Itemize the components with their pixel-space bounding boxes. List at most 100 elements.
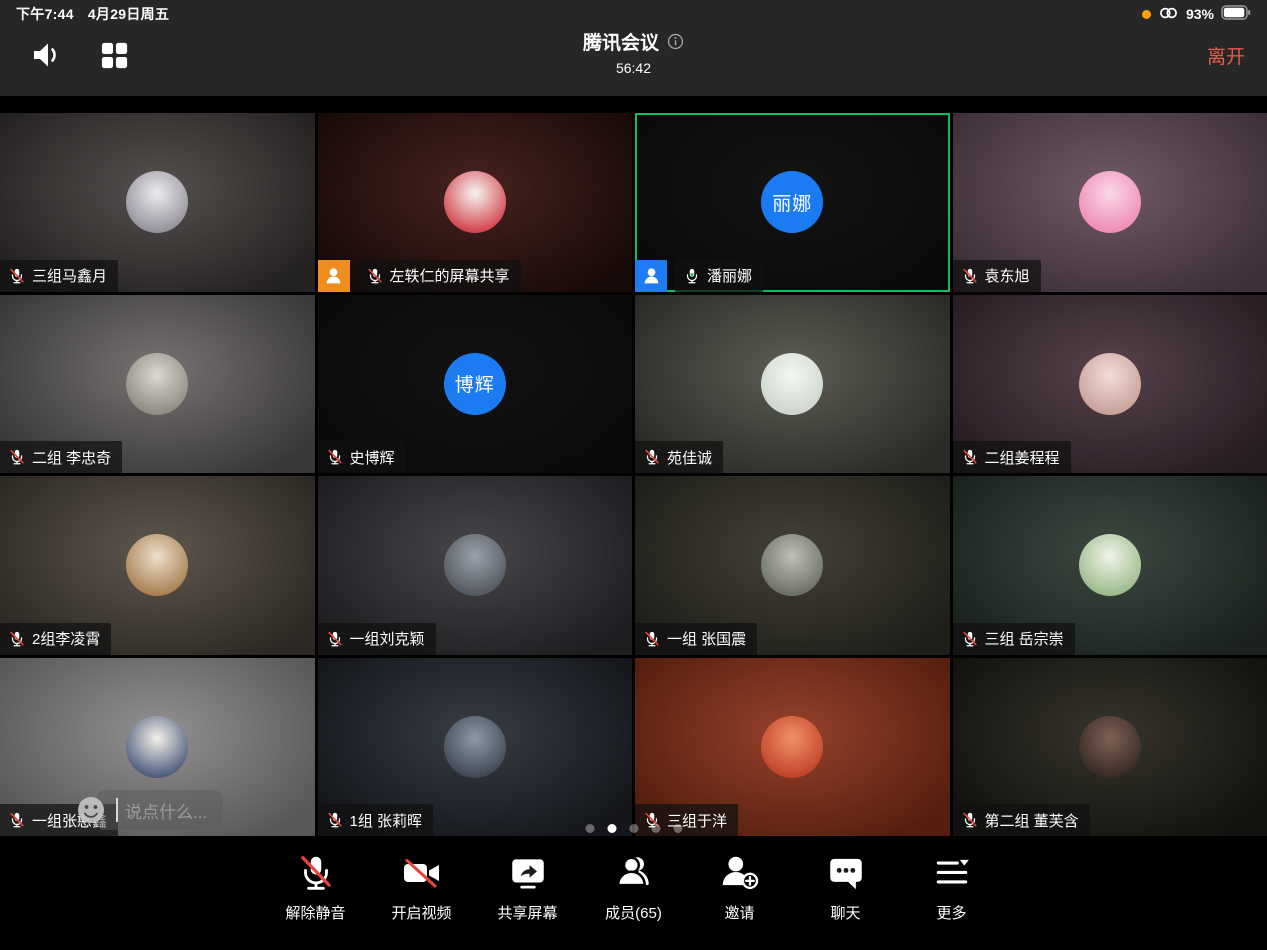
camera-off-icon bbox=[401, 852, 443, 894]
chat-input[interactable]: 说点什么... bbox=[96, 790, 223, 830]
participant-name: 史博辉 bbox=[350, 447, 395, 468]
page-dot[interactable] bbox=[629, 824, 638, 833]
participant-tile[interactable]: 一组刘克颖 bbox=[318, 476, 633, 655]
mic-muted-icon bbox=[295, 852, 337, 894]
name-label: 二组 李忠奇 bbox=[0, 441, 122, 473]
mic-muted-icon bbox=[326, 811, 344, 829]
participant-tile[interactable]: 苑佳诚 bbox=[635, 295, 950, 474]
participant-tile[interactable]: 左轶仁的屏幕共享 bbox=[318, 113, 633, 292]
pagination-dots bbox=[585, 824, 682, 833]
name-label: 潘丽娜 bbox=[675, 260, 763, 292]
info-icon[interactable] bbox=[667, 33, 684, 50]
participant-name: 左轶仁的屏幕共享 bbox=[390, 265, 510, 286]
avatar bbox=[761, 353, 823, 415]
participant-tile[interactable]: 三组 岳宗崇 bbox=[953, 476, 1267, 655]
page-dot[interactable] bbox=[673, 824, 682, 833]
participant-name: 三组马鑫月 bbox=[32, 265, 107, 286]
unmute-button[interactable]: 解除静音 bbox=[276, 852, 356, 950]
role-badge bbox=[635, 260, 667, 292]
avatar: 博辉 bbox=[444, 353, 506, 415]
participant-tile[interactable]: 2组李凌霄 bbox=[0, 476, 315, 655]
avatar bbox=[126, 716, 188, 778]
share-screen-button[interactable]: 共享屏幕 bbox=[488, 852, 568, 950]
more-lines-icon bbox=[931, 852, 973, 894]
page-dot[interactable] bbox=[607, 824, 616, 833]
page-dot[interactable] bbox=[585, 824, 594, 833]
avatar bbox=[761, 534, 823, 596]
chat-bubble-icon bbox=[825, 852, 867, 894]
participant-name: 二组 李忠奇 bbox=[32, 447, 111, 468]
mic-muted-icon bbox=[326, 448, 344, 466]
bottom-toolbar: 解除静音 开启视频 共享屏幕 bbox=[0, 836, 1267, 950]
participant-tile[interactable]: 三组马鑫月 bbox=[0, 113, 315, 292]
mic-muted-icon bbox=[961, 267, 979, 285]
participant-tile[interactable]: 博辉 bbox=[318, 295, 633, 474]
participant-tile[interactable]: 三组于洋 bbox=[635, 658, 950, 837]
participant-tile[interactable]: 袁东旭 bbox=[953, 113, 1267, 292]
person-icon bbox=[641, 265, 662, 286]
members-button[interactable]: 成员(65) bbox=[594, 852, 674, 950]
avatar bbox=[761, 716, 823, 778]
text-cursor bbox=[116, 798, 118, 822]
name-label: 第二组 董芙含 bbox=[953, 804, 1090, 836]
hotspot-rings-icon bbox=[1158, 6, 1179, 23]
invite-button[interactable]: 邀请 bbox=[700, 852, 780, 950]
name-label: 苑佳诚 bbox=[635, 441, 723, 473]
chat-button[interactable]: 聊天 bbox=[806, 852, 886, 950]
smiley-emoji-icon[interactable] bbox=[74, 793, 108, 827]
tool-label: 邀请 bbox=[724, 902, 754, 923]
name-label: 2组李凌霄 bbox=[0, 623, 111, 655]
status-bar: 下午7:44 4月29日周五 93% bbox=[0, 0, 1267, 26]
page-dot[interactable] bbox=[651, 824, 660, 833]
mic-muted-icon bbox=[961, 448, 979, 466]
name-label: 一组 张国震 bbox=[635, 623, 757, 655]
battery-icon bbox=[1221, 5, 1251, 23]
participant-tile[interactable]: 第二组 董芙含 bbox=[953, 658, 1267, 837]
recording-dot bbox=[1142, 10, 1151, 19]
invite-person-icon bbox=[719, 852, 761, 894]
mic-muted-icon bbox=[8, 448, 26, 466]
name-label: 1组 张莉晖 bbox=[318, 804, 434, 836]
role-badge bbox=[318, 260, 350, 292]
participant-tile[interactable]: 二组 李忠奇 bbox=[0, 295, 315, 474]
leave-button[interactable]: 离开 bbox=[1207, 42, 1245, 69]
participant-name: 袁东旭 bbox=[985, 265, 1030, 286]
avatar bbox=[126, 353, 188, 415]
name-label: 三组马鑫月 bbox=[0, 260, 118, 292]
participant-tile[interactable]: 二组姜程程 bbox=[953, 295, 1267, 474]
participant-name: 二组姜程程 bbox=[985, 447, 1060, 468]
avatar bbox=[126, 534, 188, 596]
person-icon bbox=[323, 265, 344, 286]
mic-muted-icon bbox=[643, 448, 661, 466]
tool-label: 聊天 bbox=[830, 902, 860, 923]
status-date: 4月29日周五 bbox=[88, 4, 169, 24]
avatar bbox=[1079, 171, 1141, 233]
start-video-button[interactable]: 开启视频 bbox=[382, 852, 462, 950]
name-label: 左轶仁的屏幕共享 bbox=[358, 260, 521, 292]
mic-muted-icon bbox=[643, 630, 661, 648]
video-grid: 三组马鑫月 bbox=[0, 113, 1267, 836]
status-time: 下午7:44 bbox=[16, 4, 74, 24]
chat-quick-input: 说点什么... bbox=[74, 790, 223, 830]
tool-label: 解除静音 bbox=[285, 902, 345, 923]
participant-name: 1组 张莉晖 bbox=[350, 810, 423, 831]
mic-muted-icon bbox=[961, 811, 979, 829]
tool-label: 开启视频 bbox=[391, 902, 451, 923]
participant-tile[interactable]: 一组 张国震 bbox=[635, 476, 950, 655]
avatar: 丽娜 bbox=[761, 171, 823, 233]
participant-tile[interactable]: 丽娜 bbox=[635, 113, 950, 292]
avatar bbox=[1079, 353, 1141, 415]
name-label: 一组刘克颖 bbox=[318, 623, 436, 655]
participant-tile[interactable]: 1组 张莉晖 bbox=[318, 658, 633, 837]
battery-percent: 93% bbox=[1186, 6, 1214, 22]
participant-name: 苑佳诚 bbox=[667, 447, 712, 468]
meeting-timer: 56:42 bbox=[616, 60, 651, 76]
avatar bbox=[444, 171, 506, 233]
members-icon bbox=[613, 852, 655, 894]
participant-name: 潘丽娜 bbox=[707, 265, 752, 286]
meeting-title: 腾讯会议 bbox=[583, 28, 659, 55]
name-label: 袁东旭 bbox=[953, 260, 1041, 292]
mic-muted-icon bbox=[961, 630, 979, 648]
participant-name: 第二组 董芙含 bbox=[985, 810, 1079, 831]
more-button[interactable]: 更多 bbox=[912, 852, 992, 950]
